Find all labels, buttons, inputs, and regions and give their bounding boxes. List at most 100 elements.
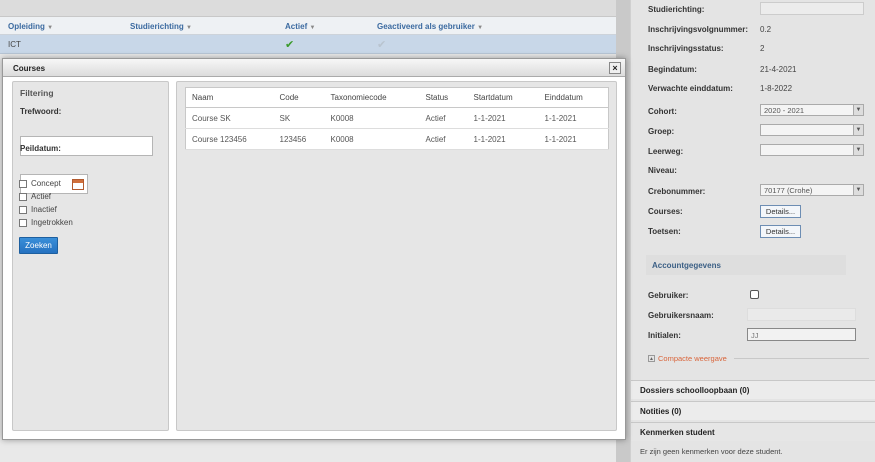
field-value: 0.2	[760, 25, 772, 34]
cell-taxonomiecode: K0008	[324, 107, 420, 129]
student-detail-panel: Studierichting: Inschrijvingsvolgnummer:…	[630, 0, 875, 462]
compact-view-label: Compacte weergave	[658, 354, 727, 363]
field-label: Studierichting:	[648, 5, 705, 14]
results-panel: Naam Code Taxonomiecode Status Startdatu…	[176, 81, 617, 431]
col-header-actief[interactable]: Actief ▼	[277, 17, 369, 34]
cell-code: SK	[273, 107, 325, 129]
courses-dialog: Courses × Filtering Trefwoord: Peildatum…	[2, 58, 626, 440]
chevron-down-icon: ▼	[853, 125, 863, 135]
checkbox-box	[19, 192, 27, 201]
leerweg-label: Leerweg:	[648, 147, 684, 156]
kenmerken-empty-text: Er zijn geen kenmerken voor deze student…	[640, 447, 783, 456]
check-icon: ✔	[285, 39, 295, 51]
checkbox-ingetrokken[interactable]: Ingetrokken	[19, 218, 73, 227]
studierichting-field	[760, 2, 864, 15]
check-icon: ✔	[377, 39, 387, 51]
checkbox-label: Concept	[31, 179, 61, 188]
section-notities[interactable]: Notities (0)	[631, 401, 875, 420]
toetsen-label: Toetsen:	[648, 227, 681, 236]
groep-select[interactable]: ▼	[760, 124, 864, 136]
checkbox-box	[19, 179, 27, 188]
cell-taxonomiecode: K0008	[324, 128, 420, 150]
col-header-opleiding[interactable]: Opleiding ▼	[0, 17, 122, 34]
col-header-status[interactable]: Status	[419, 87, 468, 108]
divider	[734, 358, 869, 359]
niveau-label: Niveau:	[648, 166, 677, 175]
gebruikersnaam-input[interactable]	[747, 308, 856, 321]
chevron-down-icon: ▼	[853, 185, 863, 195]
field-label: Verwachte einddatum:	[648, 84, 733, 93]
courses-label: Courses:	[648, 207, 683, 216]
grid-header: Opleiding ▼ Studierichting ▼ Actief ▼ Ge…	[0, 17, 616, 35]
dialog-titlebar[interactable]: Courses ×	[3, 59, 625, 77]
field-value: 1-8-2022	[760, 84, 793, 93]
gebruiker-label: Gebruiker:	[648, 291, 689, 300]
cell-naam: Course SK	[185, 107, 274, 129]
crebo-label: Crebonummer:	[648, 187, 706, 196]
col-header-geactiveerd[interactable]: Geactiveerd als gebruiker ▼	[369, 17, 609, 34]
col-header-taxonomiecode[interactable]: Taxonomiecode	[324, 87, 420, 108]
table-row[interactable]: ICT ✔ ✔	[0, 35, 616, 54]
sort-caret-icon: ▼	[47, 25, 54, 31]
checkbox-box	[19, 205, 27, 214]
cohort-select[interactable]: 2020 - 2021 ▼	[760, 104, 864, 116]
filter-title: Filtering	[20, 88, 54, 98]
checkbox-actief[interactable]: Actief	[19, 192, 51, 201]
field-value: 21-4-2021	[760, 65, 797, 74]
cell-status: Actief	[419, 128, 468, 150]
table-row[interactable]: Course SK SK K0008 Actief 1-1-2021 1-1-2…	[185, 107, 609, 129]
calendar-icon[interactable]	[72, 179, 84, 190]
grid-top-strip	[0, 0, 616, 17]
crebo-select[interactable]: 70177 (Crohe) ▼	[760, 184, 864, 196]
table-header-row: Naam Code Taxonomiecode Status Startdatu…	[185, 87, 609, 108]
collapse-icon: ▲	[648, 355, 655, 362]
field-label: Inschrijvingsvolgnummer:	[648, 25, 749, 34]
initialen-label: Initialen:	[648, 331, 681, 340]
cell-startdatum: 1-1-2021	[467, 128, 539, 150]
field-label: Inschrijvingsstatus:	[648, 44, 724, 53]
checkbox-inactief[interactable]: Inactief	[19, 205, 57, 214]
field-label: Begindatum:	[648, 65, 697, 74]
cell-opleiding: ICT	[8, 40, 21, 49]
col-header-naam[interactable]: Naam	[185, 87, 274, 108]
cell-startdatum: 1-1-2021	[467, 107, 539, 129]
leerweg-select[interactable]: ▼	[760, 144, 864, 156]
courses-details-button[interactable]: Details...	[760, 205, 801, 218]
courses-table: Naam Code Taxonomiecode Status Startdatu…	[185, 87, 609, 150]
cell-studierichting	[122, 35, 277, 53]
dialog-title: Courses	[13, 64, 46, 73]
search-button[interactable]: Zoeken	[19, 237, 58, 254]
initialen-input[interactable]: JJ	[747, 328, 856, 341]
col-header-code[interactable]: Code	[273, 87, 325, 108]
gebruikersnaam-label: Gebruikersnaam:	[648, 311, 714, 320]
section-dossiers[interactable]: Dossiers schoolloopbaan (0)	[631, 380, 875, 399]
checkbox-box	[19, 218, 27, 227]
table-row[interactable]: Course 123456 123456 K0008 Actief 1-1-20…	[185, 128, 609, 150]
col-header-einddatum[interactable]: Einddatum	[538, 87, 609, 108]
checkbox-concept[interactable]: Concept	[19, 179, 61, 188]
col-header-startdatum[interactable]: Startdatum	[467, 87, 539, 108]
cell-code: 123456	[273, 128, 325, 150]
cell-status: Actief	[419, 107, 468, 129]
trefwoord-label: Trefwoord:	[20, 107, 62, 116]
groep-label: Groep:	[648, 127, 675, 136]
filter-panel: Filtering Trefwoord: Peildatum: Concept …	[12, 81, 169, 431]
section-kenmerken[interactable]: Kenmerken student	[631, 422, 875, 441]
account-section-title: Accountgegevens	[646, 255, 846, 275]
checkbox-label: Actief	[31, 192, 52, 201]
toetsen-details-button[interactable]: Details...	[760, 225, 801, 238]
col-header-studierichting[interactable]: Studierichting ▼	[122, 17, 277, 34]
cohort-label: Cohort:	[648, 107, 677, 116]
sort-caret-icon: ▼	[477, 25, 484, 31]
chevron-down-icon: ▼	[853, 145, 863, 155]
peildatum-label: Peildatum:	[20, 144, 61, 153]
compact-view-link[interactable]: ▲ Compacte weergave	[648, 354, 727, 363]
sort-caret-icon: ▼	[186, 25, 192, 31]
field-value: 2	[760, 44, 765, 53]
sort-caret-icon: ▼	[309, 25, 316, 31]
close-icon[interactable]: ×	[609, 62, 621, 74]
cell-einddatum: 1-1-2021	[538, 107, 609, 129]
checkbox-label: Ingetrokken	[31, 218, 73, 227]
gebruiker-checkbox[interactable]	[750, 290, 759, 299]
cell-einddatum: 1-1-2021	[538, 128, 609, 150]
